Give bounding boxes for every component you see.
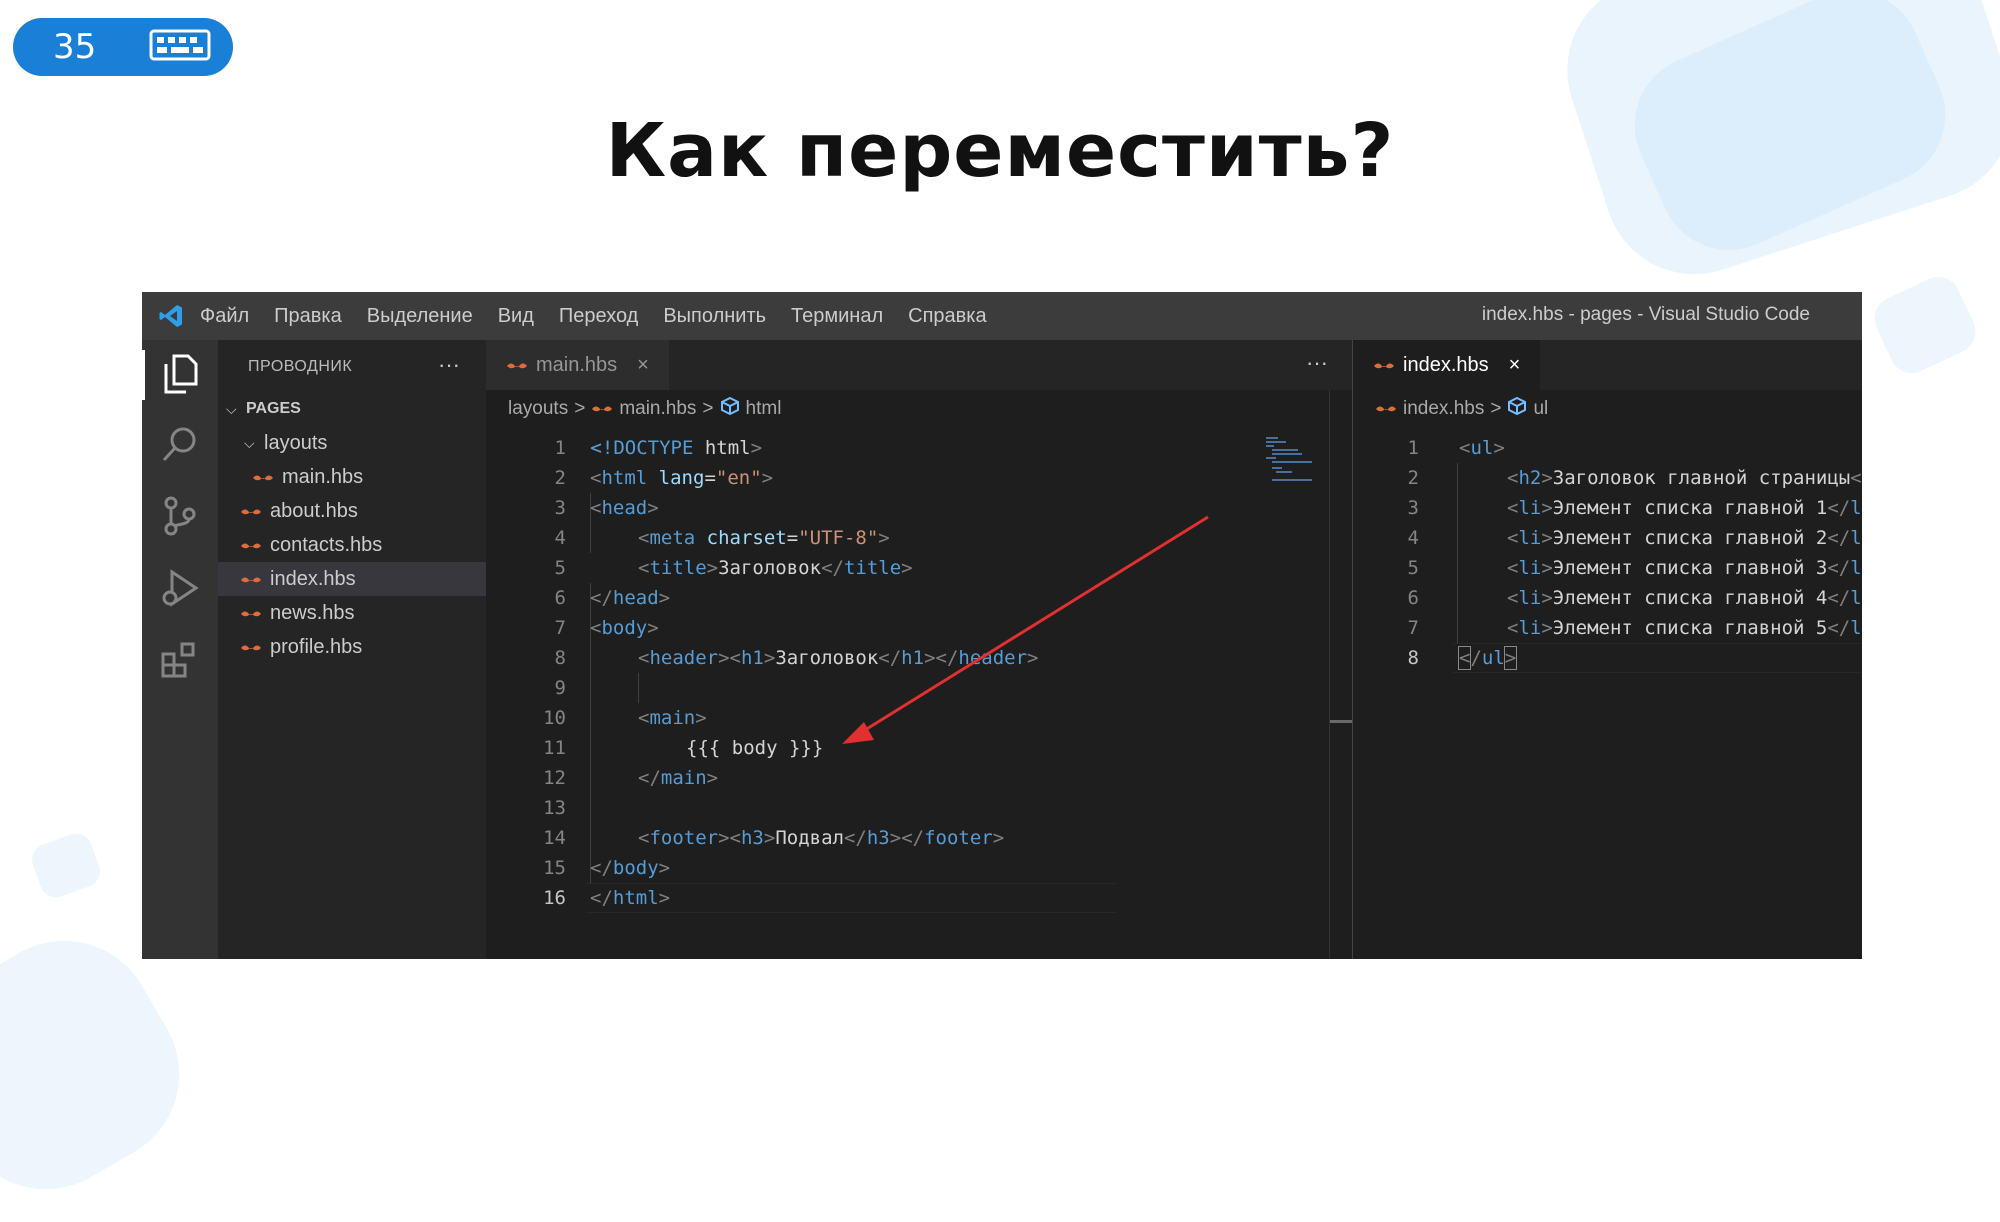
slide-title: Как переместить? (605, 108, 1395, 194)
arrow-head (842, 722, 874, 744)
keyboard-icon (149, 29, 211, 66)
annotation-arrow (842, 515, 1209, 744)
arrow-shaft (856, 515, 1209, 737)
slide-number: 35 (53, 27, 97, 67)
slide-number-badge: 35 (13, 18, 233, 76)
decor-shape-right-small (1867, 269, 1983, 381)
vscode-window: Файл Правка Выделение Вид Переход Выполн… (142, 292, 1862, 959)
decor-shape-left-small (27, 829, 105, 902)
